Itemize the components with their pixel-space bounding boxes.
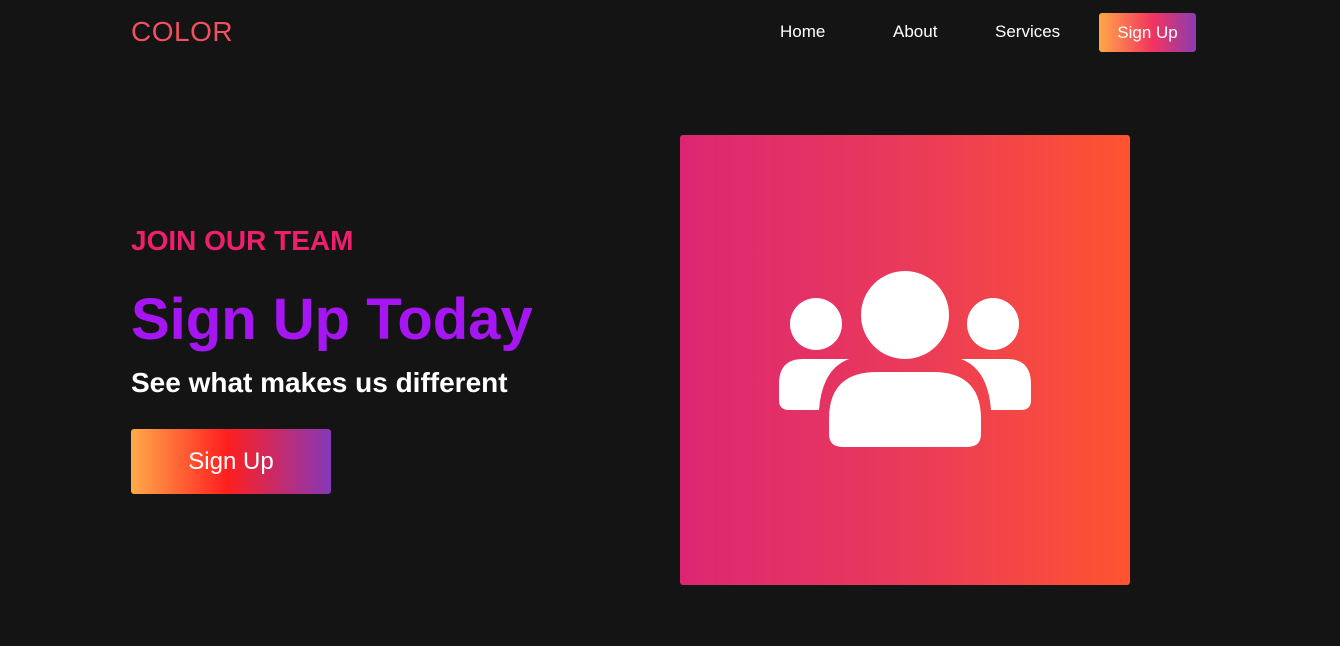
users-group-icon <box>779 271 1031 447</box>
nav-link-about[interactable]: About <box>893 22 937 42</box>
hero-title: Sign Up Today <box>131 287 533 352</box>
hero-image-panel <box>680 135 1130 585</box>
hero-signup-button[interactable]: Sign Up <box>131 429 331 494</box>
nav-link-home[interactable]: Home <box>780 22 825 42</box>
page: COLOR Home About Services Sign Up JOIN O… <box>0 0 1340 646</box>
logo[interactable]: COLOR <box>131 14 233 50</box>
nav-signup-button[interactable]: Sign Up <box>1099 13 1196 52</box>
hero-subtitle: See what makes us different <box>131 367 508 398</box>
hero-eyebrow: JOIN OUR TEAM <box>131 225 354 256</box>
nav-link-services[interactable]: Services <box>995 22 1060 42</box>
